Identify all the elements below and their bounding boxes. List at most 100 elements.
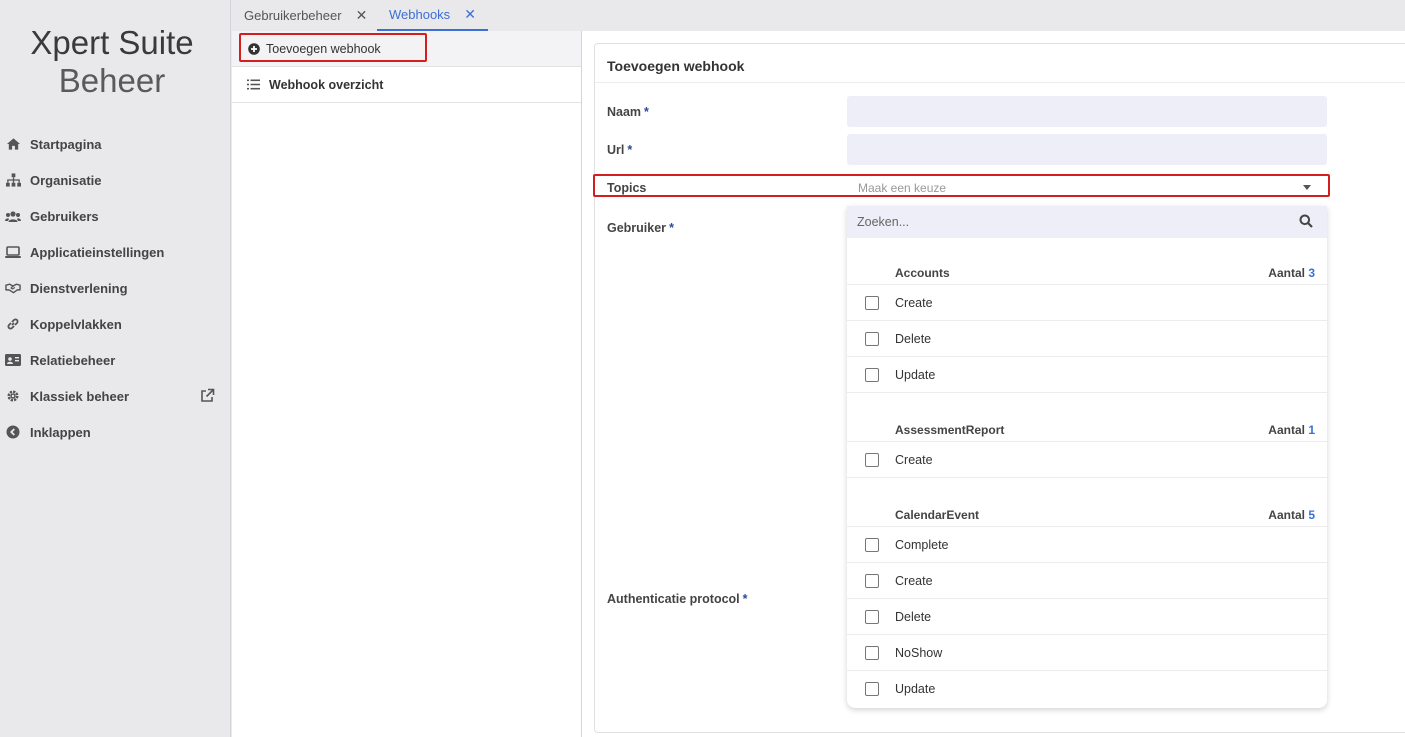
naam-label-text: Naam xyxy=(607,105,642,119)
count-label: Aantal xyxy=(1268,265,1305,280)
sitemap-icon xyxy=(5,172,21,188)
topics-placeholder: Maak een keuze xyxy=(858,181,947,195)
dropdown-search xyxy=(847,206,1327,238)
sidebar-item-label: Startpagina xyxy=(30,136,102,152)
group-name: AssessmentReport xyxy=(895,422,1005,437)
gebruiker-label-text: Gebruiker xyxy=(607,221,667,235)
webhook-menu-panel: Toevoegen webhook Webhook overzicht xyxy=(232,31,582,737)
handshake-icon xyxy=(5,280,21,296)
group-count: Aantal 3 xyxy=(1268,266,1315,280)
tab-label: Webhooks xyxy=(389,7,451,22)
search-icon[interactable] xyxy=(1299,214,1313,228)
group-header: CalendarEvent Aantal 5 xyxy=(847,503,1327,527)
topic-group-assessmentreport: AssessmentReport Aantal 1 Create xyxy=(847,418,1327,478)
logo-subtitle: Beheer xyxy=(58,62,166,99)
sidebar-item-gebruikers[interactable]: Gebruikers xyxy=(0,198,231,234)
sidebar-item-label: Koppelvlakken xyxy=(30,316,122,332)
tab-gebruikerbeheer[interactable]: Gebruikerbeheer ✕ xyxy=(244,0,367,31)
topic-group-calendarevent: CalendarEvent Aantal 5 Complete Create D… xyxy=(847,503,1327,707)
list-icon xyxy=(247,79,260,91)
count-value: 1 xyxy=(1308,422,1315,437)
caret-down-icon xyxy=(1303,185,1311,190)
sidebar-item-label: Relatiebeheer xyxy=(30,352,116,368)
topic-option[interactable]: Update xyxy=(847,671,1327,707)
count-value: 3 xyxy=(1308,265,1315,280)
laptop-icon xyxy=(5,244,21,260)
topic-option[interactable]: Complete xyxy=(847,527,1327,563)
topic-option[interactable]: Delete xyxy=(847,599,1327,635)
option-label: Delete xyxy=(895,609,932,624)
option-label: Update xyxy=(895,682,936,696)
count-label: Aantal xyxy=(1268,507,1305,522)
topics-select[interactable]: Maak een keuze xyxy=(847,177,1327,199)
auth-protocol-label: Authenticatie protocol * xyxy=(607,592,748,606)
tab-webhooks[interactable]: Webhooks ✕ xyxy=(377,0,488,31)
url-label: Url * xyxy=(607,143,632,157)
webhook-overview-label: Webhook overzicht xyxy=(269,77,384,92)
sidebar-item-koppelvlakken[interactable]: Koppelvlakken xyxy=(0,306,231,342)
naam-input[interactable] xyxy=(847,96,1327,127)
sidebar-item-label: Dienstverlening xyxy=(30,280,128,296)
topic-option[interactable]: Create xyxy=(847,563,1327,599)
group-header: Accounts Aantal 3 xyxy=(847,261,1327,285)
group-name: Accounts xyxy=(895,265,950,280)
tab-bar: Gebruikerbeheer ✕ Webhooks ✕ xyxy=(232,0,1405,31)
sidebar-item-startpagina[interactable]: Startpagina xyxy=(0,126,231,162)
topic-option[interactable]: Create xyxy=(847,285,1327,321)
option-label: Create xyxy=(895,295,933,310)
topics-search-input[interactable] xyxy=(847,207,1277,237)
sidebar-item-dienstverlening[interactable]: Dienstverlening xyxy=(0,270,231,306)
topic-option[interactable]: Update xyxy=(847,357,1327,393)
checkbox[interactable] xyxy=(865,295,879,310)
checkbox[interactable] xyxy=(865,331,879,346)
checkbox[interactable] xyxy=(865,609,879,624)
url-label-text: Url xyxy=(607,143,625,157)
option-label: Create xyxy=(895,573,933,588)
sidebar: Xpert Suite Beheer Startpagina Organisat… xyxy=(0,0,231,737)
add-webhook-button[interactable]: Toevoegen webhook xyxy=(232,31,581,67)
chevron-left-circle-icon xyxy=(5,424,21,440)
required-mark: * xyxy=(644,105,649,119)
close-icon[interactable]: ✕ xyxy=(464,6,476,23)
add-webhook-label: Toevoegen webhook xyxy=(266,41,381,56)
checkbox[interactable] xyxy=(865,367,879,382)
option-label: Complete xyxy=(895,537,949,552)
form-title: Toevoegen webhook xyxy=(607,58,745,74)
naam-label: Naam * xyxy=(607,105,649,119)
checkbox[interactable] xyxy=(865,645,879,660)
topics-dropdown: Accounts Aantal 3 Create Delete Update A… xyxy=(847,206,1327,708)
gebruiker-label: Gebruiker * xyxy=(607,221,674,235)
link-icon xyxy=(5,316,21,332)
plus-circle-icon xyxy=(248,42,260,55)
group-count: Aantal 1 xyxy=(1268,423,1315,437)
home-icon xyxy=(5,136,21,152)
sidebar-item-inklappen[interactable]: Inklappen xyxy=(0,414,231,450)
topic-group-accounts: Accounts Aantal 3 Create Delete Update xyxy=(847,261,1327,393)
checkbox[interactable] xyxy=(865,452,879,467)
group-count: Aantal 5 xyxy=(1268,508,1315,522)
option-label: Update xyxy=(895,367,936,382)
close-icon[interactable]: ✕ xyxy=(356,7,368,24)
sidebar-item-label: Inklappen xyxy=(30,424,91,440)
topic-option[interactable]: Delete xyxy=(847,321,1327,357)
url-input[interactable] xyxy=(847,134,1327,165)
topic-option[interactable]: NoShow xyxy=(847,635,1327,671)
group-name: CalendarEvent xyxy=(895,507,980,522)
topic-option[interactable]: Create xyxy=(847,442,1327,478)
external-link-icon[interactable] xyxy=(200,388,216,404)
sidebar-item-relatiebeheer[interactable]: Relatiebeheer xyxy=(0,342,231,378)
required-mark: * xyxy=(742,592,748,606)
checkbox[interactable] xyxy=(865,537,879,552)
checkbox[interactable] xyxy=(865,682,879,696)
checkbox[interactable] xyxy=(865,573,879,588)
sidebar-item-label: Organisatie xyxy=(30,172,102,188)
app-logo: Xpert Suite Beheer xyxy=(0,24,224,100)
topics-label: Topics xyxy=(607,181,647,195)
required-mark: * xyxy=(627,143,633,157)
auth-protocol-label-text: Authenticatie protocol xyxy=(607,592,740,606)
sidebar-item-klassiek-beheer[interactable]: Klassiek beheer xyxy=(0,378,231,414)
divider xyxy=(595,82,1405,83)
sidebar-item-organisatie[interactable]: Organisatie xyxy=(0,162,231,198)
webhook-overview-link[interactable]: Webhook overzicht xyxy=(232,67,581,103)
sidebar-item-applicatieinstellingen[interactable]: Applicatieinstellingen xyxy=(0,234,231,270)
